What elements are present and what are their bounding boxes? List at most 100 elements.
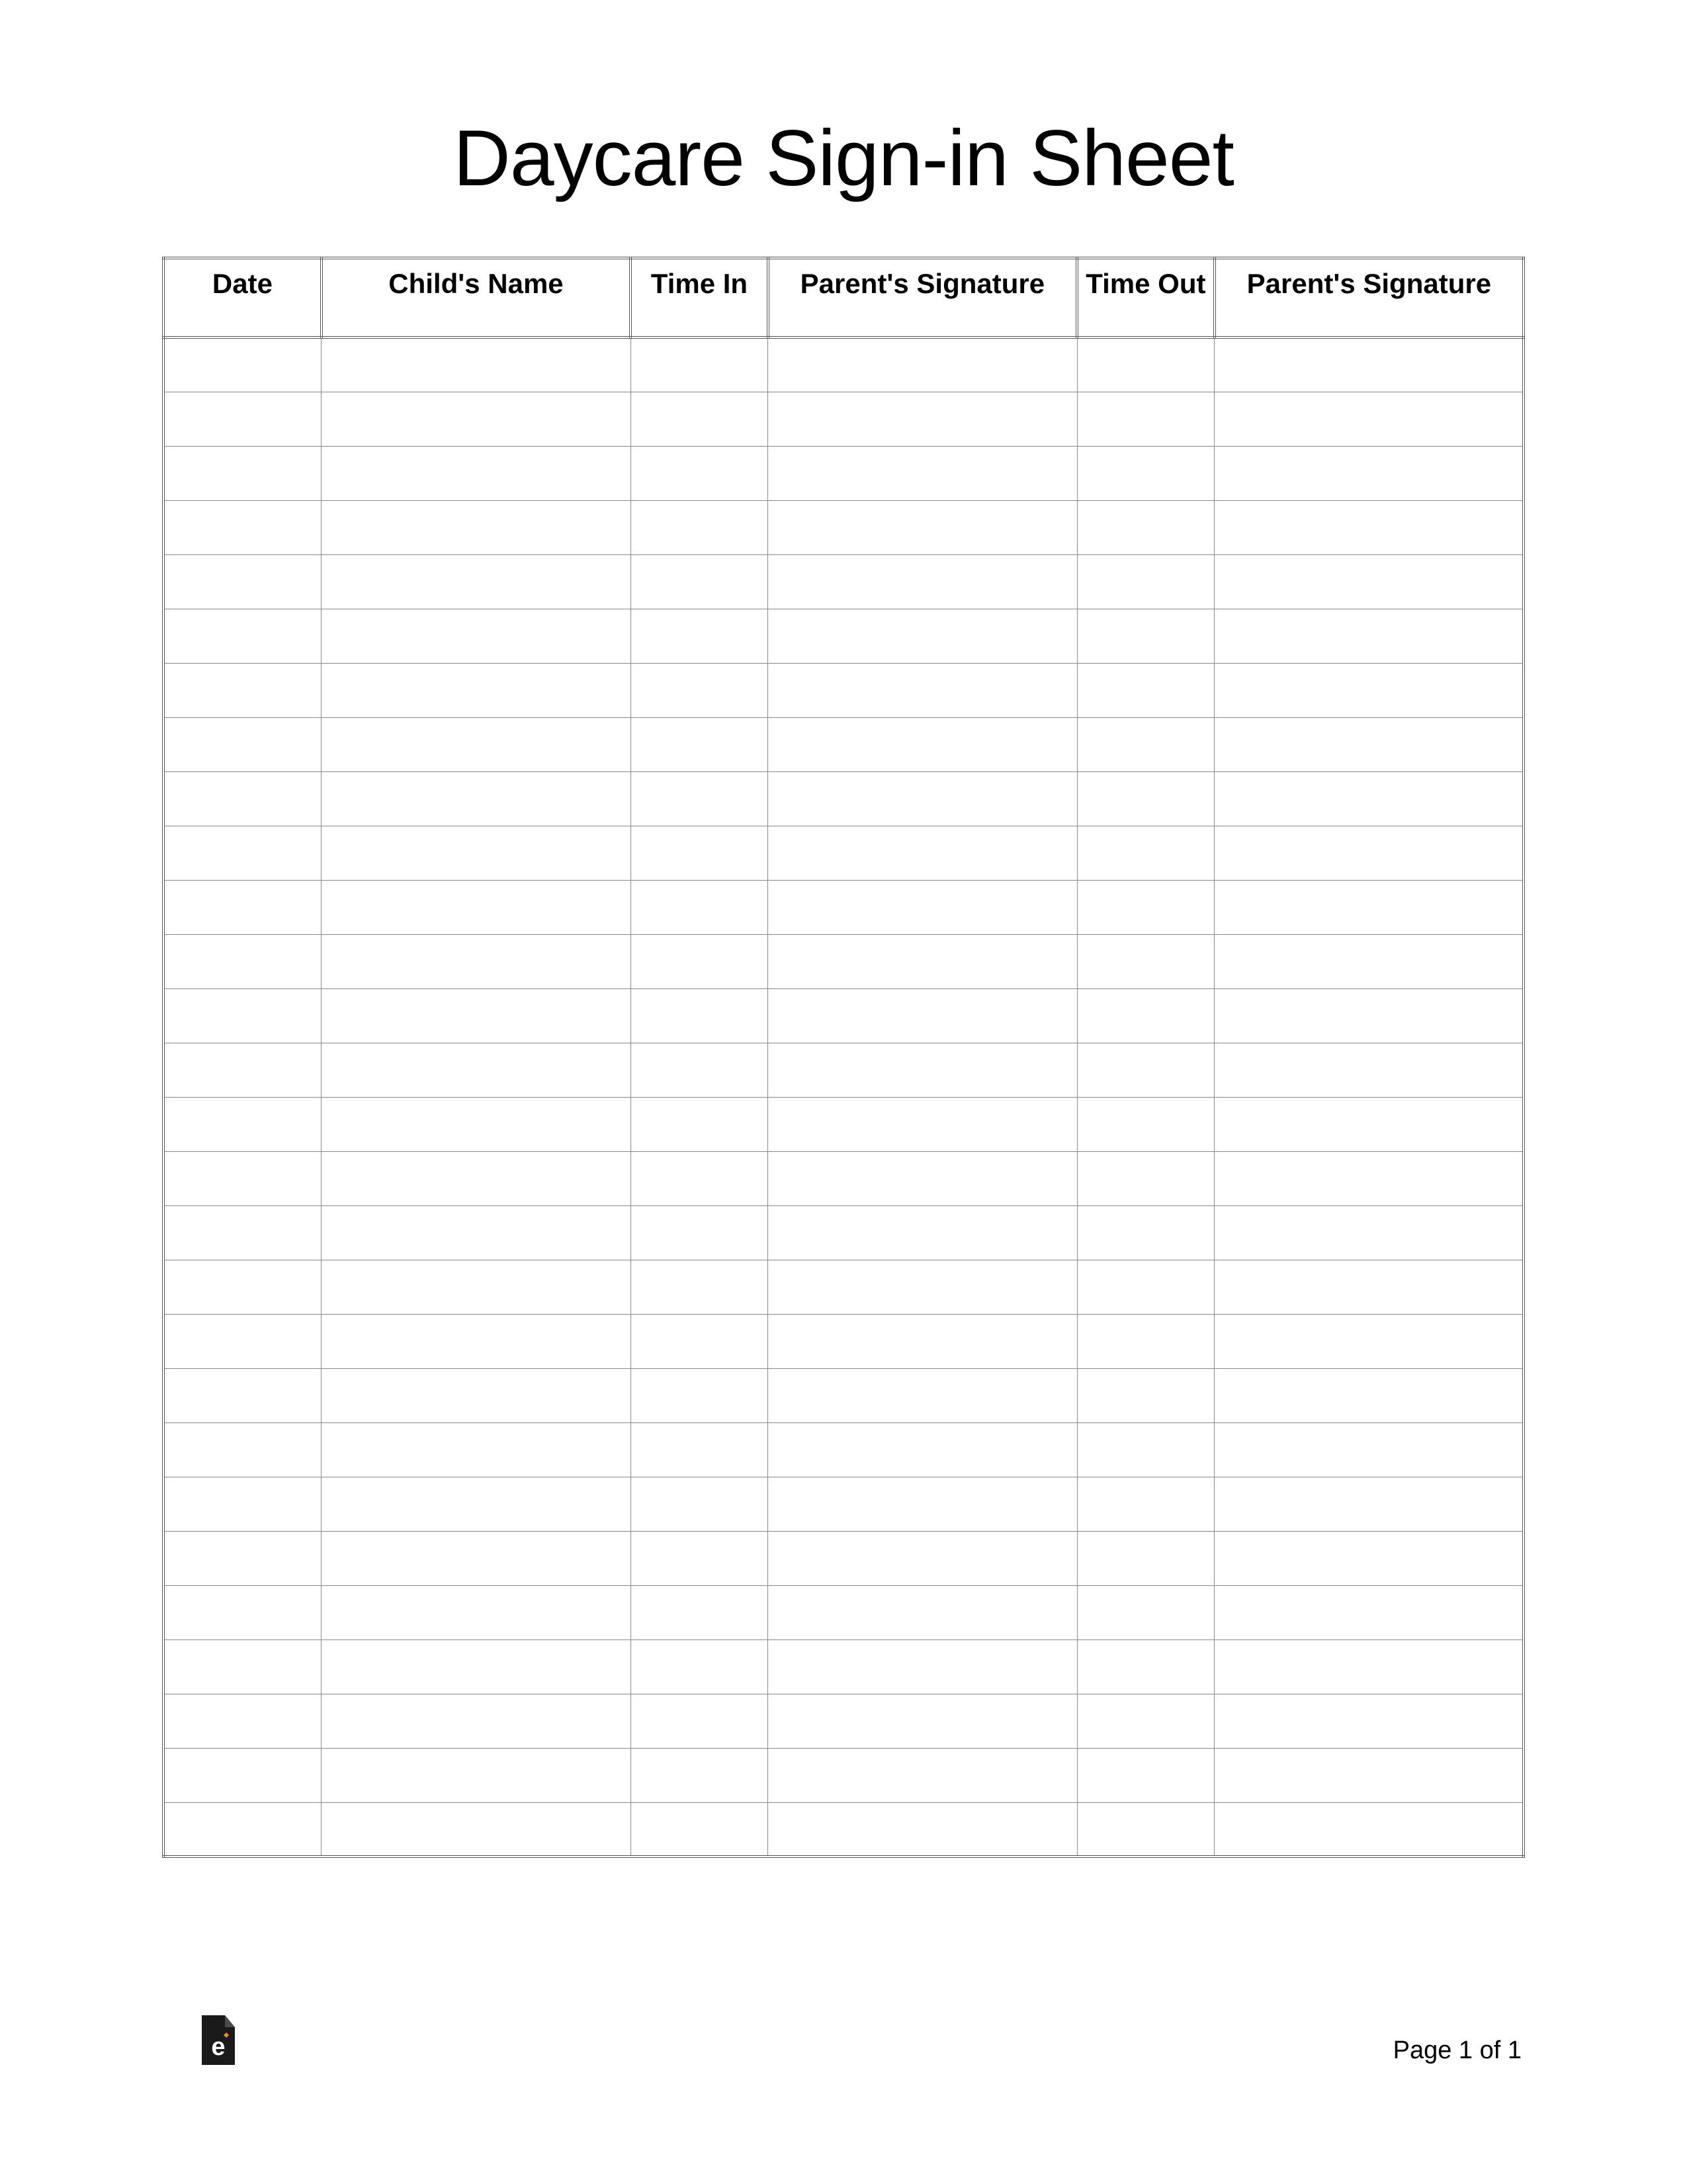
table-cell[interactable]	[1215, 1205, 1524, 1260]
table-cell[interactable]	[163, 880, 322, 934]
table-cell[interactable]	[322, 934, 630, 988]
table-cell[interactable]	[1215, 337, 1524, 392]
table-cell[interactable]	[768, 1368, 1077, 1422]
table-cell[interactable]	[322, 1314, 630, 1368]
table-cell[interactable]	[630, 337, 768, 392]
table-cell[interactable]	[630, 446, 768, 500]
table-cell[interactable]	[1215, 446, 1524, 500]
table-cell[interactable]	[630, 1151, 768, 1205]
table-cell[interactable]	[630, 880, 768, 934]
table-cell[interactable]	[163, 934, 322, 988]
table-cell[interactable]	[1215, 717, 1524, 771]
table-cell[interactable]	[630, 826, 768, 880]
table-cell[interactable]	[768, 826, 1077, 880]
table-cell[interactable]	[768, 337, 1077, 392]
table-cell[interactable]	[322, 771, 630, 826]
table-cell[interactable]	[163, 1694, 322, 1748]
table-cell[interactable]	[1077, 1151, 1215, 1205]
table-cell[interactable]	[768, 1260, 1077, 1314]
table-cell[interactable]	[1215, 554, 1524, 609]
table-cell[interactable]	[630, 1694, 768, 1748]
table-cell[interactable]	[1077, 717, 1215, 771]
table-cell[interactable]	[630, 1368, 768, 1422]
table-cell[interactable]	[1077, 1205, 1215, 1260]
table-cell[interactable]	[163, 1260, 322, 1314]
table-cell[interactable]	[322, 988, 630, 1043]
table-cell[interactable]	[163, 1314, 322, 1368]
table-cell[interactable]	[163, 337, 322, 392]
table-cell[interactable]	[1077, 880, 1215, 934]
table-cell[interactable]	[322, 663, 630, 717]
table-cell[interactable]	[630, 1097, 768, 1151]
table-cell[interactable]	[768, 392, 1077, 446]
table-cell[interactable]	[1077, 1802, 1215, 1856]
table-cell[interactable]	[1077, 988, 1215, 1043]
table-cell[interactable]	[163, 446, 322, 500]
table-cell[interactable]	[322, 500, 630, 554]
table-cell[interactable]	[1215, 1260, 1524, 1314]
table-cell[interactable]	[1077, 934, 1215, 988]
table-cell[interactable]	[322, 609, 630, 663]
table-cell[interactable]	[630, 717, 768, 771]
table-cell[interactable]	[163, 1205, 322, 1260]
table-cell[interactable]	[163, 554, 322, 609]
table-cell[interactable]	[1077, 663, 1215, 717]
table-cell[interactable]	[1215, 1314, 1524, 1368]
table-cell[interactable]	[322, 880, 630, 934]
table-cell[interactable]	[1215, 500, 1524, 554]
table-cell[interactable]	[163, 1639, 322, 1694]
table-cell[interactable]	[630, 1585, 768, 1639]
table-cell[interactable]	[322, 1802, 630, 1856]
table-cell[interactable]	[322, 1639, 630, 1694]
table-cell[interactable]	[1215, 1585, 1524, 1639]
table-cell[interactable]	[322, 1694, 630, 1748]
table-cell[interactable]	[1077, 1531, 1215, 1585]
table-cell[interactable]	[163, 500, 322, 554]
table-cell[interactable]	[768, 717, 1077, 771]
table-cell[interactable]	[163, 1585, 322, 1639]
table-cell[interactable]	[1077, 1639, 1215, 1694]
table-cell[interactable]	[630, 392, 768, 446]
table-cell[interactable]	[322, 1151, 630, 1205]
table-cell[interactable]	[768, 934, 1077, 988]
table-cell[interactable]	[768, 771, 1077, 826]
table-cell[interactable]	[1215, 663, 1524, 717]
table-cell[interactable]	[1215, 1043, 1524, 1097]
table-cell[interactable]	[768, 1694, 1077, 1748]
table-cell[interactable]	[163, 988, 322, 1043]
table-cell[interactable]	[163, 1748, 322, 1802]
table-cell[interactable]	[1215, 392, 1524, 446]
table-cell[interactable]	[1077, 337, 1215, 392]
table-cell[interactable]	[322, 1260, 630, 1314]
table-cell[interactable]	[1077, 1314, 1215, 1368]
table-cell[interactable]	[768, 1748, 1077, 1802]
table-cell[interactable]	[322, 1043, 630, 1097]
table-cell[interactable]	[768, 663, 1077, 717]
table-cell[interactable]	[1215, 1422, 1524, 1477]
table-cell[interactable]	[768, 609, 1077, 663]
table-cell[interactable]	[1077, 609, 1215, 663]
table-cell[interactable]	[768, 500, 1077, 554]
table-cell[interactable]	[322, 1205, 630, 1260]
table-cell[interactable]	[163, 1043, 322, 1097]
table-cell[interactable]	[322, 717, 630, 771]
table-cell[interactable]	[1215, 934, 1524, 988]
table-cell[interactable]	[163, 1151, 322, 1205]
table-cell[interactable]	[768, 1477, 1077, 1531]
table-cell[interactable]	[1077, 826, 1215, 880]
table-cell[interactable]	[322, 554, 630, 609]
table-cell[interactable]	[768, 1802, 1077, 1856]
table-cell[interactable]	[1215, 1748, 1524, 1802]
table-cell[interactable]	[1077, 1694, 1215, 1748]
table-cell[interactable]	[630, 663, 768, 717]
table-cell[interactable]	[630, 1043, 768, 1097]
table-cell[interactable]	[1077, 1585, 1215, 1639]
table-cell[interactable]	[768, 1422, 1077, 1477]
table-cell[interactable]	[1215, 1694, 1524, 1748]
table-cell[interactable]	[1215, 1639, 1524, 1694]
table-cell[interactable]	[1215, 880, 1524, 934]
table-cell[interactable]	[630, 609, 768, 663]
table-cell[interactable]	[163, 1368, 322, 1422]
table-cell[interactable]	[322, 1585, 630, 1639]
table-cell[interactable]	[163, 1802, 322, 1856]
